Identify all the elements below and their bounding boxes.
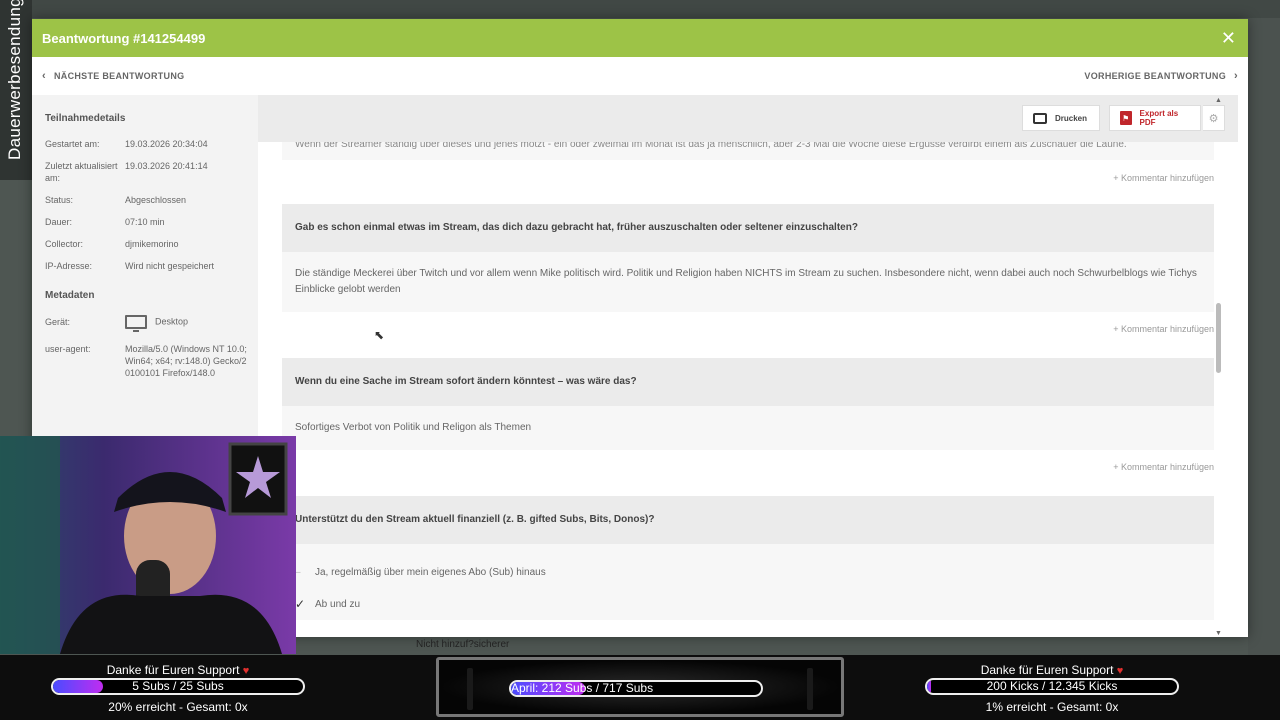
modal-title: Beantwortung #141254499 (42, 30, 206, 46)
scroll-down-arrow-icon[interactable]: ▼ (1215, 630, 1222, 637)
user-agent-value: Mozilla/5.0 (Windows NT 10.0; Win64; x64… (125, 344, 247, 378)
goal-title-wrapper: Danke für Euren Support ♥ (48, 663, 308, 678)
goal-progress-bar: 5 Subs / 25 Subs (51, 678, 305, 695)
pdf-icon: ⚑ (1120, 111, 1132, 125)
chevron-right-icon: › (1234, 70, 1238, 82)
desktop-monitor-icon (125, 315, 147, 332)
detail-label: Status: (45, 195, 74, 205)
ad-disclosure-text: Dauerwerbesendung (5, 0, 24, 160)
detail-row: Zuletzt aktualisiert am: 19.03.2026 20:41… (45, 160, 258, 184)
metadata-title: Metadaten (45, 290, 95, 301)
detail-row: Collector: djmikemorino (45, 238, 258, 250)
candle-decoration (807, 668, 813, 710)
choices-spacer (282, 544, 1214, 556)
stream-goal-bar: Danke für Euren Support ♥ 5 Subs / 25 Su… (0, 655, 1280, 720)
goal-title: Danke für Euren Support (106, 663, 240, 677)
checkmark-icon: ✓ (295, 597, 306, 611)
monthly-progress-text: April: 212 Subs / 717 Subs (511, 681, 654, 695)
goal-progress-text: 200 Kicks / 12.345 Kicks (986, 679, 1118, 693)
details-list: Gestartet am: 19.03.2026 20:34:04 Zuletzt … (45, 138, 258, 272)
detail-row: Gestartet am: 19.03.2026 20:34:04 (45, 138, 258, 150)
previous-response-label: VORHERIGE BEANTWORTUNG (1084, 71, 1227, 81)
scrollbar[interactable]: ▲ ▼ (1214, 95, 1224, 637)
device-row: Gerät: Desktop (45, 315, 258, 332)
webcam-image (0, 436, 296, 654)
detail-label: Gestartet am: (45, 139, 100, 149)
choice-option-selected: ✓ Ab und zu (282, 588, 1214, 620)
answer-text: Wenn der Streamer ständig über dieses un… (282, 142, 1214, 160)
print-button[interactable]: Drucken (1022, 105, 1100, 131)
scrollbar-thumb[interactable] (1216, 303, 1221, 373)
detail-label: IP-Adresse: (45, 261, 93, 271)
detail-value: Wird nicht gespeichert (125, 261, 215, 271)
goal-footer-text: 1% erreicht - Gesamt: 0x (985, 700, 1119, 714)
printer-icon (1033, 112, 1047, 124)
user-agent-label: user-agent: (45, 344, 91, 354)
chevron-left-icon: ‹ (42, 70, 46, 82)
device-value: Desktop (155, 316, 189, 327)
question-title: Gab es schon einmal etwas im Stream, das… (282, 204, 1214, 252)
choice-label: Ja, regelmäßig über mein eigenes Abo (Su… (315, 566, 546, 578)
heart-icon: ♥ (242, 665, 250, 677)
goal-footer-text: 20% erreicht - Gesamt: 0x (108, 700, 248, 714)
goal-progress-text: 5 Subs / 25 Subs (132, 679, 224, 693)
detail-value: djmikemorino (125, 239, 179, 249)
export-pdf-label: Export als PDF (1139, 109, 1179, 127)
candle-decoration (467, 668, 473, 710)
answer-text: Die ständige Meckerei über Twitch und vo… (282, 252, 1214, 312)
question-title: Wenn du eine Sache im Stream sofort ände… (282, 358, 1214, 406)
export-pdf-button[interactable]: ⚑ Export als PDF (1109, 105, 1201, 131)
add-comment-link[interactable]: + Kommentar hinzufügen (282, 450, 1214, 496)
kick-goal-right: Danke für Euren Support ♥ 200 Kicks / 12… (922, 655, 1182, 720)
detail-value: 19.03.2026 20:41:14 (125, 161, 208, 171)
choice-option: – Ja, regelmäßig über mein eigenes Abo (… (282, 556, 1214, 588)
question-title: Unterstützt du den Stream aktuell finanz… (282, 496, 1214, 544)
next-response-label: NÄCHSTE BEANTWORTUNG (53, 71, 185, 81)
previous-response-link[interactable]: VORHERIGE BEANTWORTUNG › (1084, 70, 1238, 82)
responses-panel: Drucken ⚑ Export als PDF ⚙ Wenn der Stre… (258, 95, 1248, 637)
close-icon[interactable]: ✕ (1221, 28, 1236, 49)
background-text: Nicht hinzuf?sicherer (416, 639, 510, 650)
user-agent-row: user-agent: Mozilla/5.0 (Windows NT 10.0… (45, 343, 258, 379)
answer-text: Sofortiges Verbot von Politik und Religo… (282, 406, 1214, 450)
ad-disclosure-label: Dauerwerbesendung (0, 0, 32, 180)
response-list: Wenn der Streamer ständig über dieses un… (282, 142, 1214, 620)
participation-details-title: Teilnahmedetails (45, 113, 126, 124)
monthly-progress-bar: April: 212 Subs / 717 Subs (509, 680, 763, 697)
modal-header: Beantwortung #141254499 ✕ (32, 19, 1248, 57)
background-top-strip (0, 0, 1280, 18)
goal-title: Danke für Euren Support (980, 663, 1114, 677)
webcam-overlay (0, 436, 296, 654)
detail-label: Collector: (45, 239, 84, 249)
detail-label: Zuletzt aktualisiert am: (45, 161, 118, 183)
detail-value: 19.03.2026 20:34:04 (125, 139, 208, 149)
goal-progress-bar: 200 Kicks / 12.345 Kicks (925, 678, 1179, 695)
device-value-wrapper: Desktop (125, 315, 247, 332)
monthly-goal-panel: April: 212 Subs / 717 Subs (436, 657, 844, 717)
choice-label: Ab und zu (315, 598, 361, 610)
add-comment-link[interactable]: + Kommentar hinzufügen (282, 312, 1214, 358)
goal-title-wrapper: Danke für Euren Support ♥ (922, 663, 1182, 678)
response-navigation: ‹ NÄCHSTE BEANTWORTUNG VORHERIGE BEANTWO… (32, 57, 1248, 95)
detail-row: Dauer: 07:10 min (45, 216, 258, 228)
export-toolbar: Drucken ⚑ Export als PDF ⚙ (258, 95, 1238, 142)
sub-goal-left: Danke für Euren Support ♥ 5 Subs / 25 Su… (48, 655, 308, 720)
print-label: Drucken (1055, 113, 1088, 123)
scroll-up-arrow-icon[interactable]: ▲ (1215, 97, 1222, 104)
detail-row: Status: Abgeschlossen (45, 194, 258, 206)
add-comment-link[interactable]: + Kommentar hinzufügen (282, 160, 1214, 204)
detail-value: 07:10 min (125, 217, 165, 227)
background-right-strip (1248, 18, 1280, 655)
detail-label: Dauer: (45, 217, 73, 227)
next-response-link[interactable]: ‹ NÄCHSTE BEANTWORTUNG (42, 70, 184, 82)
mouse-cursor-icon: ⬉ (374, 328, 385, 342)
device-label: Gerät: (45, 317, 71, 327)
unselected-marker: – (295, 566, 301, 578)
detail-row: IP-Adresse: Wird nicht gespeichert (45, 260, 258, 272)
heart-icon: ♥ (1116, 665, 1124, 677)
detail-value: Abgeschlossen (125, 195, 187, 205)
